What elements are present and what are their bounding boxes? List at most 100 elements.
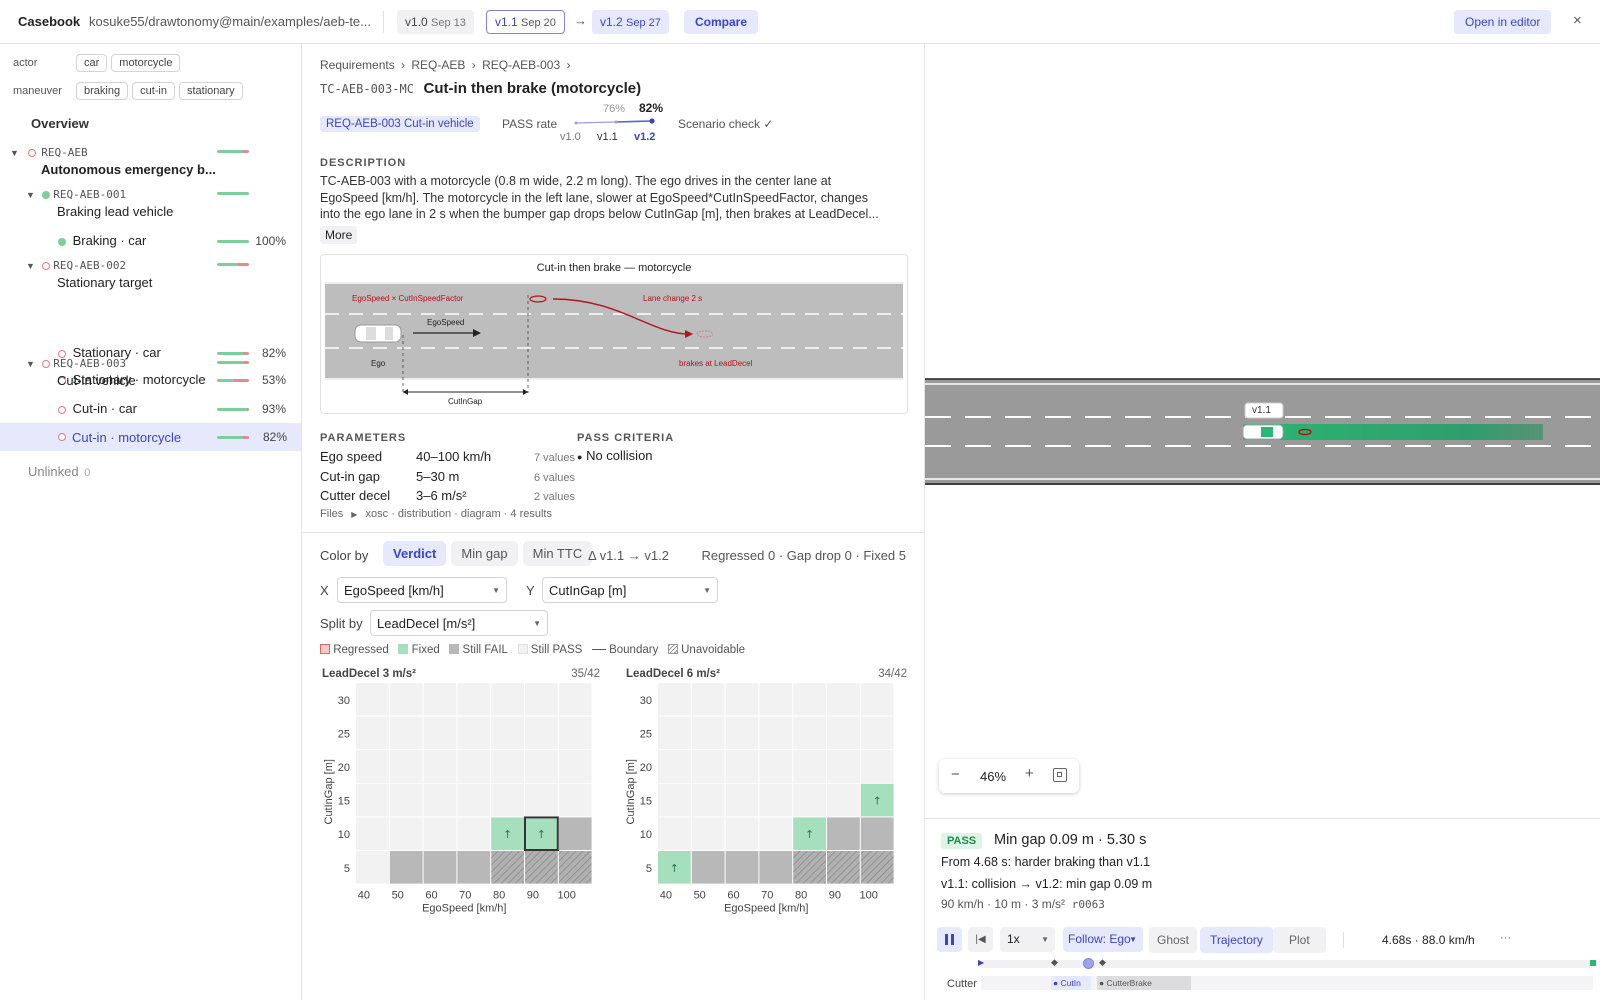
chip-stationary[interactable]: stationary: [178, 82, 243, 100]
heatmap-cell[interactable]: [457, 783, 491, 817]
heatmap-cell[interactable]: [423, 750, 457, 783]
event-cutterbrake[interactable]: ● CutterBrake: [1097, 976, 1191, 990]
requirement-tag[interactable]: REQ-AEB-003 Cut-in vehicle: [320, 116, 480, 132]
y-axis-select[interactable]: CutInGap [m] ▼: [542, 577, 718, 603]
mode-verdict[interactable]: Verdict: [383, 541, 447, 566]
heatmap-cell[interactable]: [491, 750, 524, 783]
heatmap-cell[interactable]: [525, 851, 558, 884]
heatmap-cell[interactable]: [759, 683, 793, 716]
breadcrumb-requirements[interactable]: Requirements: [320, 58, 395, 72]
heatmap-cell[interactable]: [658, 683, 691, 716]
heatmap-cell[interactable]: [793, 851, 826, 884]
heatmap-cell[interactable]: [491, 683, 524, 716]
chip-car[interactable]: car: [76, 54, 108, 72]
heatmap-cell[interactable]: [793, 783, 826, 817]
close-icon[interactable]: ×: [1573, 12, 1582, 29]
tree-req-001[interactable]: ▼ REQ-AEB-001 Braking lead vehicle: [26, 186, 290, 222]
heatmap-cell[interactable]: [356, 683, 389, 716]
heatmap-cell[interactable]: [457, 716, 491, 750]
heatmap-cell[interactable]: [457, 817, 491, 850]
scenario-check[interactable]: Scenario check ✓: [678, 117, 773, 131]
heatmap-cell[interactable]: [827, 750, 860, 783]
speed-select[interactable]: 1x ▼: [1000, 927, 1055, 952]
version-v1-0[interactable]: v1.0 Sep 13: [397, 10, 474, 34]
heatmap-cell[interactable]: [525, 683, 558, 716]
heatmap-cell[interactable]: [491, 851, 524, 884]
trajectory-toggle[interactable]: Trajectory: [1200, 927, 1273, 953]
heatmap-cell[interactable]: [691, 716, 725, 750]
mode-min-ttc[interactable]: Min TTC: [522, 541, 593, 566]
mode-min-gap[interactable]: Min gap: [451, 541, 518, 566]
tree-item-cutin-motorcycle[interactable]: Cut-in · motorcycle 82%: [0, 423, 301, 451]
heatmap-cell[interactable]: [558, 783, 592, 817]
overview-link[interactable]: Overview: [31, 116, 89, 131]
heatmap-cell[interactable]: [759, 817, 793, 850]
heatmap-cell[interactable]: [691, 817, 725, 850]
heatmap-cell[interactable]: [793, 750, 826, 783]
breadcrumb-req-aeb[interactable]: REQ-AEB: [411, 58, 465, 72]
heatmap-cell[interactable]: [389, 817, 423, 850]
follow-select[interactable]: Follow: Ego ▼: [1063, 927, 1143, 952]
ghost-toggle[interactable]: Ghost: [1149, 927, 1198, 953]
heatmap-cell[interactable]: [860, 683, 894, 716]
heatmap-cell[interactable]: [389, 716, 423, 750]
restart-button[interactable]: |◀: [968, 927, 993, 952]
heatmap-cell[interactable]: [793, 683, 826, 716]
heatmap-cell[interactable]: [525, 750, 558, 783]
heatmap-cell[interactable]: [759, 783, 793, 817]
delta-label[interactable]: Δ v1.1 → v1.2: [588, 548, 669, 563]
heatmap-cell[interactable]: [423, 783, 457, 817]
heatmap-cell[interactable]: [356, 817, 389, 850]
heatmap-cell[interactable]: [389, 783, 423, 817]
heatmap-cell[interactable]: [389, 683, 423, 716]
heatmap-cell[interactable]: [457, 683, 491, 716]
version-v1-2[interactable]: v1.2 Sep 27: [592, 10, 669, 34]
heatmap-cell[interactable]: [860, 716, 894, 750]
heatmap-cell[interactable]: [691, 851, 725, 884]
heatmap-cell[interactable]: [525, 716, 558, 750]
heatmap-cell[interactable]: [759, 750, 793, 783]
heatmap-cell[interactable]: [725, 683, 759, 716]
heatmap-cell[interactable]: [389, 750, 423, 783]
heatmap-cell[interactable]: [827, 783, 860, 817]
heatmap-cell[interactable]: [423, 716, 457, 750]
heatmap-cell[interactable]: [691, 783, 725, 817]
heatmap-cell[interactable]: [356, 716, 389, 750]
heatmap-cell[interactable]: [860, 817, 894, 850]
heatmap-cell[interactable]: [658, 783, 691, 817]
playhead[interactable]: [1083, 958, 1095, 969]
heatmap-cell[interactable]: [827, 817, 860, 850]
heatmap-cell[interactable]: [827, 851, 860, 884]
heatmap-cell[interactable]: [423, 817, 457, 850]
heatmap-cell[interactable]: [491, 716, 524, 750]
heatmap-cell[interactable]: [356, 851, 389, 884]
heatmap-cell[interactable]: [759, 851, 793, 884]
timeline-track[interactable]: ▶ ◆ ◆: [978, 957, 1596, 969]
tree-item-cutin-car[interactable]: Cut-in · car 93%: [58, 401, 290, 421]
unlinked-section[interactable]: Unlinked 0: [28, 464, 90, 479]
heatmap-cell[interactable]: [759, 716, 793, 750]
heatmap-cell[interactable]: [860, 750, 894, 783]
heatmap-cell[interactable]: [658, 817, 691, 850]
breadcrumb-req-aeb-003[interactable]: REQ-AEB-003: [482, 58, 560, 72]
heatmap-cell[interactable]: [558, 716, 592, 750]
tree-req-002[interactable]: ▼ REQ-AEB-002 Stationary target: [26, 257, 290, 293]
heatmap-cell[interactable]: [457, 750, 491, 783]
heatmap-cell[interactable]: [793, 716, 826, 750]
heatmap-cell[interactable]: [725, 716, 759, 750]
heatmap-cell[interactable]: [725, 817, 759, 850]
repo-path[interactable]: kosuke55/drawtonomy@main/examples/aeb-te…: [89, 14, 371, 29]
heatmap-cell[interactable]: [658, 750, 691, 783]
heatmap-cell[interactable]: [725, 750, 759, 783]
heatmap-cell[interactable]: [827, 716, 860, 750]
heatmap-cell[interactable]: [691, 750, 725, 783]
compare-button[interactable]: Compare: [684, 10, 759, 34]
zoom-in-button[interactable]: +: [1025, 765, 1034, 782]
chip-cut-in[interactable]: cut-in: [132, 82, 175, 100]
tree-req-003[interactable]: ▼ REQ-AEB-003 Cut-in vehicle: [26, 355, 290, 391]
heatmap-cell[interactable]: [860, 851, 894, 884]
heatmap-cell[interactable]: [423, 683, 457, 716]
tree-root[interactable]: ▼ REQ-AEB Autonomous emergency b...: [10, 144, 290, 180]
heatmap-cell[interactable]: [389, 851, 423, 884]
heatmap-cell[interactable]: [558, 817, 592, 850]
